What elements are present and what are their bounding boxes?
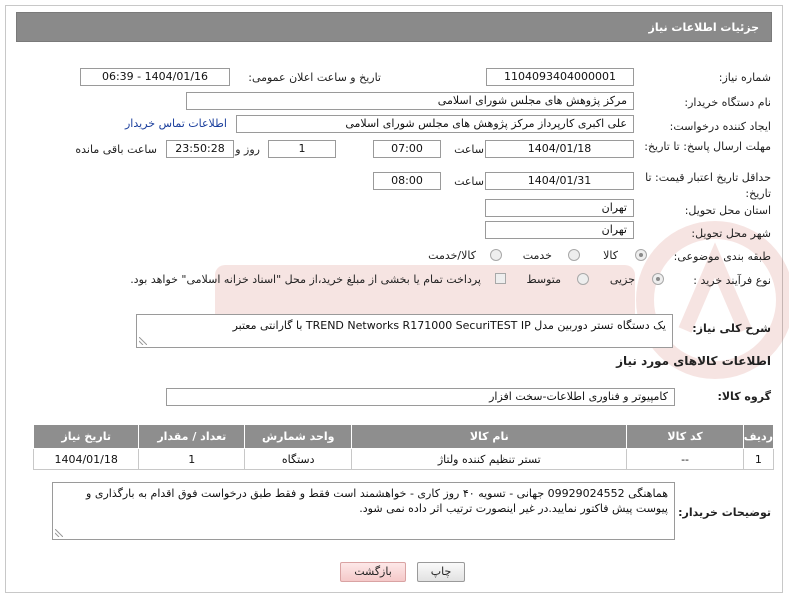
buyer-field: مرکز پژوهش های مجلس شورای اسلامی: [186, 92, 634, 110]
radio-goods-service[interactable]: [490, 249, 502, 261]
cell-quantity: 1: [138, 448, 246, 470]
price-validity-label: حداقل تاریخ اعتبار قیمت: تا تاریخ:: [645, 171, 771, 200]
resize-handle-icon: [55, 529, 63, 537]
col-header-item-code: کد کالا: [626, 424, 744, 449]
page-title: جزئیات اطلاعات نیاز: [648, 21, 760, 34]
day-and-label: روز و: [235, 143, 260, 156]
cell-unit: دستگاه: [244, 448, 353, 470]
table-header-row: ردیف کد کالا نام کالا واحد شمارش تعداد /…: [32, 424, 775, 449]
city-label: شهر محل تحویل:: [691, 227, 771, 240]
need-number-field: 1104093404000001: [486, 68, 634, 86]
resize-handle-icon: [139, 337, 147, 345]
buyer-contact-link[interactable]: اطلاعات تماس خریدار: [125, 117, 227, 130]
col-header-unit: واحد شمارش: [244, 424, 353, 449]
description-label: شرح کلی نیاز:: [692, 322, 771, 335]
cell-need-date: 1404/01/18: [32, 448, 140, 470]
price-time-label: ساعت: [454, 175, 484, 188]
cell-item-code: --: [626, 448, 744, 470]
goods-table: ردیف کد کالا نام کالا واحد شمارش تعداد /…: [32, 424, 775, 470]
price-validity-date-field: 1404/01/31: [485, 172, 634, 190]
reply-time-label: ساعت: [454, 143, 484, 156]
reply-date-field: 1404/01/18: [485, 140, 634, 158]
remaining-time-field: 23:50:28: [166, 140, 234, 158]
radio-medium[interactable]: [577, 273, 589, 285]
province-label: استان محل تحویل:: [684, 204, 771, 217]
remaining-label: ساعت باقی مانده: [75, 143, 157, 156]
goods-group-label: گروه کالا:: [717, 390, 771, 403]
radio-goods[interactable]: [635, 249, 647, 261]
back-button[interactable]: بازگشت: [340, 562, 406, 582]
panel-header: جزئیات اطلاعات نیاز: [16, 12, 772, 42]
buyer-notes-textarea[interactable]: هماهنگی 09929024552 جهانی - تسویه ۴۰ روز…: [52, 482, 675, 540]
description-text: یک دستگاه تستر دوربین مدل TREND Networks…: [232, 319, 666, 332]
col-header-quantity: تعداد / مقدار: [138, 424, 246, 449]
category-label: طبقه بندی موضوعی:: [673, 250, 771, 263]
buyer-notes-text: هماهنگی 09929024552 جهانی - تسویه ۴۰ روز…: [86, 487, 668, 515]
col-header-row-number: ردیف: [742, 424, 775, 449]
goods-section-title: اطلاعات کالاهای مورد نیاز: [616, 354, 771, 368]
payment-note: پرداخت تمام یا بخشی از مبلغ خرید،از محل …: [130, 273, 481, 286]
process-label: نوع فرآیند خرید :: [693, 274, 771, 287]
announce-datetime-field: 1404/01/16 - 06:39: [80, 68, 230, 86]
process-minor-label: جزیی: [609, 273, 635, 286]
cell-row-number: 1: [742, 448, 775, 470]
category-service-label: خدمت: [522, 249, 552, 262]
goods-group-field: کامپیوتر و فناوری اطلاعات-سخت افزار: [166, 388, 675, 406]
description-textarea[interactable]: یک دستگاه تستر دوربین مدل TREND Networks…: [136, 314, 673, 348]
announce-label: تاریخ و ساعت اعلان عمومی:: [248, 71, 381, 84]
col-header-need-date: تاریخ نیاز: [32, 424, 140, 449]
radio-minor[interactable]: [652, 273, 664, 285]
remaining-days-field: 1: [268, 140, 336, 158]
reply-deadline-label: مهلت ارسال پاسخ: تا تاریخ:: [644, 140, 771, 153]
buyer-label: نام دستگاه خریدار:: [684, 96, 771, 109]
table-row[interactable]: 1 -- تستر تنظیم کننده ولتاژ دستگاه 1 140…: [32, 448, 775, 470]
print-button[interactable]: چاپ: [417, 562, 465, 582]
cell-item-name: تستر تنظیم کننده ولتاژ: [351, 448, 628, 470]
col-header-item-name: نام کالا: [351, 424, 628, 449]
price-validity-time-field: 08:00: [373, 172, 441, 190]
category-goods-label: کالا: [603, 249, 618, 262]
city-field: تهران: [485, 221, 634, 239]
category-goods-service-label: کالا/خدمت: [428, 249, 476, 262]
buyer-notes-label: توضیحات خریدار:: [678, 506, 771, 519]
creator-label: ایجاد کننده درخواست:: [669, 120, 771, 133]
province-field: تهران: [485, 199, 634, 217]
need-number-label: شماره نیاز:: [718, 71, 771, 84]
radio-service[interactable]: [568, 249, 580, 261]
creator-field: علی اکبری کارپرداز مرکز پژوهش های مجلس ش…: [236, 115, 634, 133]
reply-time-field: 07:00: [373, 140, 441, 158]
process-medium-label: متوسط: [526, 273, 561, 286]
treasury-payment-checkbox[interactable]: [495, 273, 506, 284]
